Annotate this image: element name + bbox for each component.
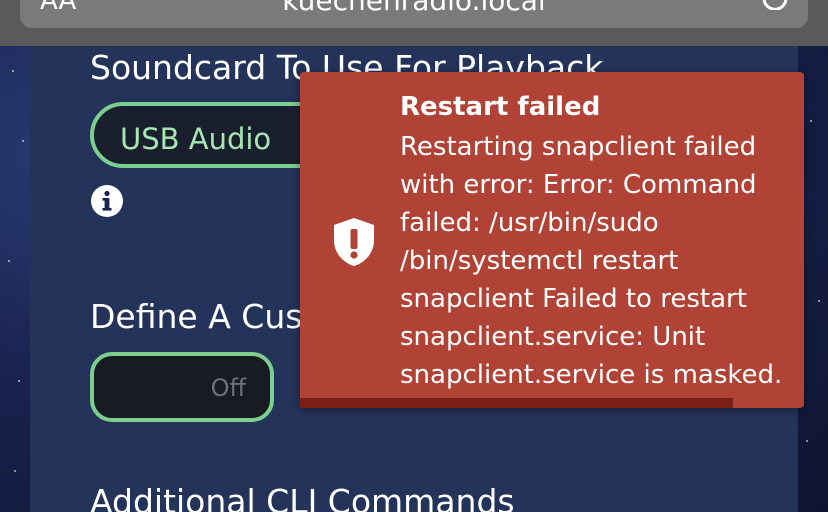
error-toast[interactable]: Restart failed Restarting snapclient fai…: [300, 72, 804, 408]
toggle-state-label: Off: [210, 374, 246, 402]
browser-address-bar: AA kuechenradio.local: [0, 0, 828, 46]
shield-alert-icon: [334, 218, 374, 266]
url-text[interactable]: kuechenradio.local: [0, 0, 828, 17]
toast-message: Restarting snapclient failed with error:…: [400, 132, 783, 390]
custom-latency-toggle[interactable]: Off: [90, 352, 274, 422]
cli-commands-title: Additional CLI Commands: [90, 482, 515, 512]
soundcard-select-value: USB Audio: [120, 122, 272, 156]
reload-icon[interactable]: [760, 0, 790, 10]
toast-progress-bar: [300, 398, 734, 408]
info-icon[interactable]: [90, 184, 124, 218]
toast-title: Restart failed: [400, 92, 601, 122]
